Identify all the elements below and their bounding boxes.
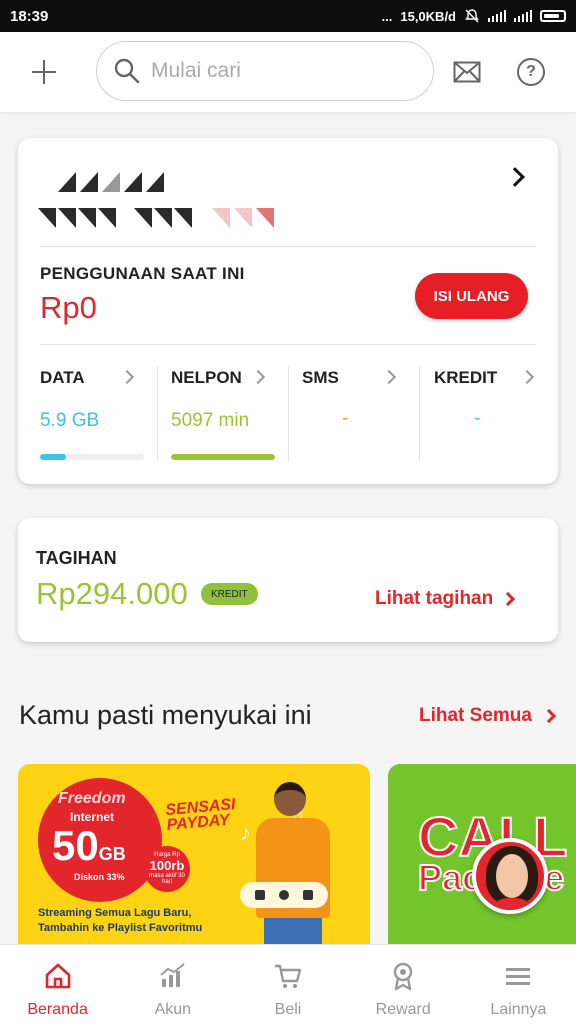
mute-notification-icon (465, 9, 479, 23)
nav-item-account[interactable]: Akun (115, 945, 230, 1024)
section-title: Kamu pasti menyukai ini (19, 700, 312, 730)
bill-card: TAGIHAN Rp294.000 KREDIT Lihat tagihan (18, 518, 558, 642)
chevron-right-icon (501, 591, 516, 607)
usage-card: PENGGUNAAN SAAT INI Rp0 ISI ULANG DATA 5… (18, 138, 558, 484)
quota-credit[interactable]: KREDIT - (412, 356, 544, 466)
quota-progress (40, 454, 144, 460)
quota-label: DATA (40, 368, 85, 387)
bill-label: TAGIHAN (36, 548, 117, 568)
promo-person-illustration (250, 782, 336, 954)
bill-badge: KREDIT (201, 583, 258, 605)
masked-phone-number (58, 172, 178, 194)
search-bar[interactable]: Mulai cari (96, 41, 434, 101)
promo-payday: SENSASI PAYDAY (164, 796, 237, 835)
promo-caption: Streaming Semua Lagu Baru, Tambahin ke P… (38, 907, 203, 934)
bottom-navigation: Beranda Akun Beli Reward Lainnya (0, 944, 576, 1024)
search-placeholder: Mulai cari (151, 59, 241, 82)
usage-label: PENGGUNAAN SAAT INI (40, 264, 245, 283)
status-dots: ... (381, 8, 393, 24)
chevron-right-icon (381, 369, 397, 385)
promo-card-freedom[interactable]: Freedom Internet 50GB Diskon 33% Harga R… (18, 764, 370, 954)
promo-price-badge: Harga Rp 100rb masa aktif 30 hari (144, 846, 190, 892)
view-bill-label: Lihat tagihan (375, 588, 494, 609)
quota-data[interactable]: DATA 5.9 GB (18, 356, 150, 466)
promo-size: 50GB (52, 822, 126, 869)
quota-value: 5097 min (171, 410, 250, 431)
quota-progress-fill (40, 454, 66, 460)
signal-4g-icon (488, 10, 506, 22)
usage-amount: Rp0 (40, 290, 97, 325)
masked-account-name (38, 208, 288, 230)
mail-button[interactable] (452, 57, 482, 87)
quota-value: - (474, 408, 481, 429)
chart-icon (158, 961, 188, 991)
status-indicators: ... 15,0KB/d (382, 8, 566, 24)
view-bill-link[interactable]: Lihat tagihan (375, 588, 516, 610)
nav-item-more[interactable]: Lainnya (461, 945, 576, 1024)
nav-label: Reward (375, 1001, 431, 1018)
quota-sms[interactable]: SMS - (280, 356, 412, 466)
battery-icon (540, 10, 566, 22)
quota-progress (171, 454, 275, 460)
nav-item-buy[interactable]: Beli (230, 945, 345, 1024)
quota-label: KREDIT (434, 368, 498, 387)
promo-brand: Freedom (58, 790, 126, 807)
divider (40, 246, 536, 247)
nav-item-home[interactable]: Beranda (0, 945, 115, 1024)
quota-value: - (342, 408, 349, 429)
top-header: Mulai cari ? (0, 32, 576, 112)
nav-label: Beranda (27, 1001, 88, 1018)
chevron-right-icon (250, 369, 266, 385)
quota-progress-fill (171, 454, 275, 460)
help-button[interactable]: ? (517, 58, 545, 86)
network-speed: 15,0KB/d (400, 8, 456, 24)
promo-discount: Diskon 33% (74, 872, 125, 882)
status-bar: 18:39 ... 15,0KB/d (0, 0, 576, 32)
see-all-label: Lihat Semua (419, 705, 532, 726)
quota-calls[interactable]: NELPON 5097 min (149, 356, 281, 466)
home-icon (43, 961, 73, 991)
account-detail-chevron-icon[interactable] (505, 167, 525, 187)
menu-icon (503, 961, 533, 991)
status-time: 18:39 (10, 7, 49, 25)
quota-label: NELPON (171, 368, 242, 387)
nav-item-reward[interactable]: Reward (346, 945, 461, 1024)
add-button[interactable] (26, 54, 62, 90)
search-icon (114, 58, 140, 84)
nav-label: Akun (154, 1001, 192, 1018)
quota-value: 5.9 GB (40, 410, 100, 431)
assistant-avatar-button[interactable] (472, 838, 548, 914)
topup-button[interactable]: ISI ULANG (415, 273, 528, 319)
chevron-right-icon (119, 369, 135, 385)
mail-icon (453, 61, 481, 83)
nav-label: Lainnya (490, 1001, 547, 1018)
cart-icon (273, 961, 303, 991)
help-icon: ? (526, 63, 536, 80)
music-player-illustration (240, 882, 328, 908)
bill-amount: Rp294.000 (36, 576, 188, 611)
quota-label: SMS (302, 368, 339, 387)
see-all-link[interactable]: Lihat Semua (419, 705, 557, 727)
nav-label: Beli (274, 1001, 302, 1018)
chevron-right-icon (541, 708, 557, 724)
divider (40, 344, 536, 345)
signal-icon (514, 10, 532, 22)
chevron-right-icon (519, 369, 535, 385)
medal-icon (388, 961, 418, 991)
